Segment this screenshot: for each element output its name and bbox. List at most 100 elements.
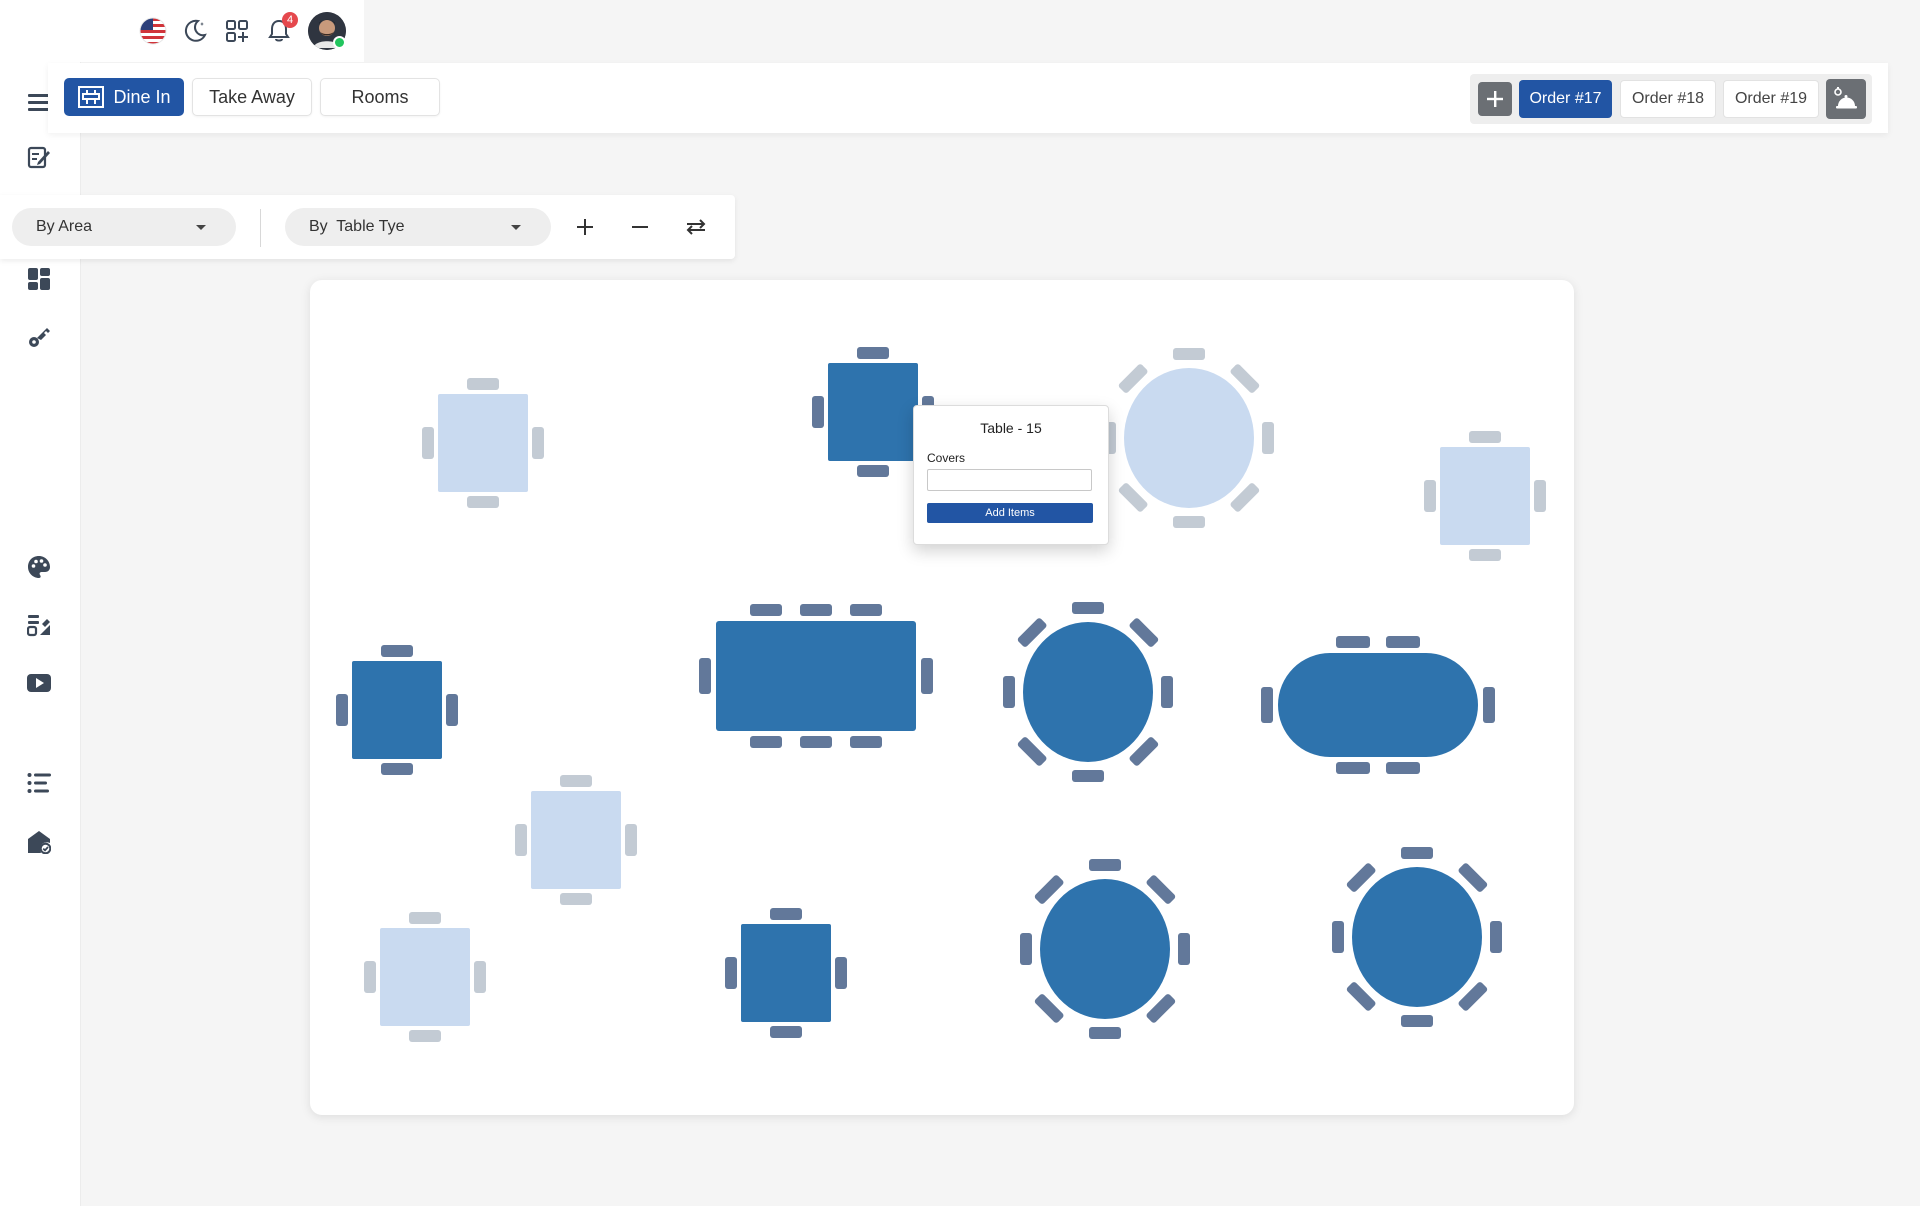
chair bbox=[560, 893, 592, 905]
chair bbox=[560, 775, 592, 787]
tab-take-away[interactable]: Take Away bbox=[192, 78, 312, 116]
table-top bbox=[438, 394, 528, 492]
category-icon[interactable] bbox=[24, 610, 54, 640]
table-square[interactable] bbox=[515, 775, 637, 905]
table-top bbox=[531, 791, 621, 889]
divider bbox=[260, 209, 261, 247]
table-top bbox=[1040, 879, 1170, 1019]
tab-rooms-label: Rooms bbox=[351, 86, 409, 107]
chair bbox=[800, 604, 832, 616]
chair bbox=[921, 658, 933, 694]
chair bbox=[1262, 422, 1274, 454]
order-tab-label: Order #19 bbox=[1734, 90, 1808, 107]
chair bbox=[1469, 431, 1501, 443]
palette-icon[interactable] bbox=[24, 552, 54, 582]
chair bbox=[381, 645, 413, 657]
plus-icon bbox=[577, 219, 593, 235]
chair bbox=[467, 496, 499, 508]
dashboard-icon[interactable] bbox=[24, 264, 54, 294]
video-icon[interactable] bbox=[24, 668, 54, 698]
apps-grid-icon[interactable] bbox=[220, 14, 254, 48]
order-tab-18[interactable]: Order #18 bbox=[1620, 80, 1716, 118]
chair bbox=[1483, 687, 1495, 723]
table-top bbox=[380, 928, 470, 1026]
chair bbox=[1020, 933, 1032, 965]
table-top bbox=[741, 924, 831, 1022]
cloche-icon bbox=[1834, 87, 1857, 109]
serve-order-button[interactable] bbox=[1826, 79, 1866, 119]
edit-note-icon[interactable] bbox=[24, 142, 54, 172]
covers-input[interactable] bbox=[927, 469, 1092, 491]
zoom-in-button[interactable] bbox=[570, 212, 600, 242]
table-top bbox=[1440, 447, 1530, 545]
chair bbox=[1386, 762, 1420, 774]
chair bbox=[1336, 636, 1370, 648]
bell-icon[interactable]: 4 bbox=[262, 12, 298, 48]
chair bbox=[409, 1030, 441, 1042]
table-round[interactable] bbox=[1003, 602, 1173, 782]
table-type-select-label: By Table Tye bbox=[309, 218, 405, 235]
table-type-select[interactable]: By Table Tye bbox=[285, 208, 551, 246]
minus-icon bbox=[632, 226, 648, 228]
order-tab-17[interactable]: Order #17 bbox=[1519, 80, 1612, 118]
order-tab-19[interactable]: Order #19 bbox=[1723, 80, 1819, 118]
table-square[interactable] bbox=[364, 912, 486, 1042]
table-top bbox=[828, 363, 918, 461]
chair bbox=[1089, 1027, 1121, 1039]
us-flag-icon[interactable] bbox=[136, 14, 170, 48]
chevron-down-icon bbox=[196, 225, 206, 230]
table-square[interactable] bbox=[336, 645, 458, 775]
avatar[interactable] bbox=[308, 12, 346, 50]
table-top bbox=[1023, 622, 1153, 762]
chair bbox=[1534, 480, 1546, 512]
orders-group: Order #17 Order #18 Order #19 bbox=[1470, 74, 1872, 124]
tab-rooms[interactable]: Rooms bbox=[320, 78, 440, 116]
moon-icon[interactable] bbox=[178, 14, 212, 48]
chair bbox=[409, 912, 441, 924]
table-round[interactable] bbox=[1332, 847, 1502, 1027]
area-select[interactable]: By Area bbox=[12, 208, 236, 246]
chair bbox=[1072, 602, 1104, 614]
table-round[interactable] bbox=[1020, 859, 1190, 1039]
zoom-out-button[interactable] bbox=[625, 212, 655, 242]
table-popup: Table - 15 Covers Add Items bbox=[913, 405, 1109, 545]
add-order-button[interactable] bbox=[1478, 82, 1512, 116]
chair bbox=[770, 1026, 802, 1038]
table-square[interactable] bbox=[725, 908, 847, 1038]
notification-badge: 4 bbox=[282, 12, 298, 28]
chair bbox=[770, 908, 802, 920]
chair bbox=[750, 604, 782, 616]
chair bbox=[1173, 348, 1205, 360]
top-bar: 4 bbox=[80, 0, 364, 62]
house-check-icon[interactable] bbox=[24, 827, 54, 857]
chair bbox=[474, 961, 486, 993]
table-oval[interactable] bbox=[1261, 636, 1495, 774]
table-top bbox=[1352, 867, 1482, 1007]
key-icon[interactable] bbox=[24, 322, 54, 352]
swap-arrows-icon bbox=[686, 219, 706, 235]
chair bbox=[725, 957, 737, 989]
chair bbox=[835, 957, 847, 989]
table-top bbox=[1278, 653, 1478, 757]
table-round[interactable] bbox=[1104, 348, 1274, 528]
table-top bbox=[1124, 368, 1254, 508]
chair bbox=[532, 427, 544, 459]
chair bbox=[699, 658, 711, 694]
table-square[interactable] bbox=[1424, 431, 1546, 561]
chair bbox=[336, 694, 348, 726]
chair bbox=[1386, 636, 1420, 648]
area-select-label: By Area bbox=[36, 218, 93, 235]
chair bbox=[1336, 762, 1370, 774]
table-square[interactable] bbox=[422, 378, 544, 508]
add-items-button[interactable]: Add Items bbox=[927, 503, 1093, 523]
popup-title: Table - 15 bbox=[980, 420, 1042, 436]
chair bbox=[364, 961, 376, 993]
list-icon[interactable] bbox=[24, 768, 54, 798]
chair bbox=[1469, 549, 1501, 561]
chair bbox=[1401, 847, 1433, 859]
tab-dine-in[interactable]: Dine In bbox=[64, 78, 184, 116]
table-rect[interactable] bbox=[699, 604, 933, 748]
filter-bar: By Area By Table Tye bbox=[0, 195, 735, 259]
chair bbox=[857, 465, 889, 477]
swap-button[interactable] bbox=[681, 212, 711, 242]
